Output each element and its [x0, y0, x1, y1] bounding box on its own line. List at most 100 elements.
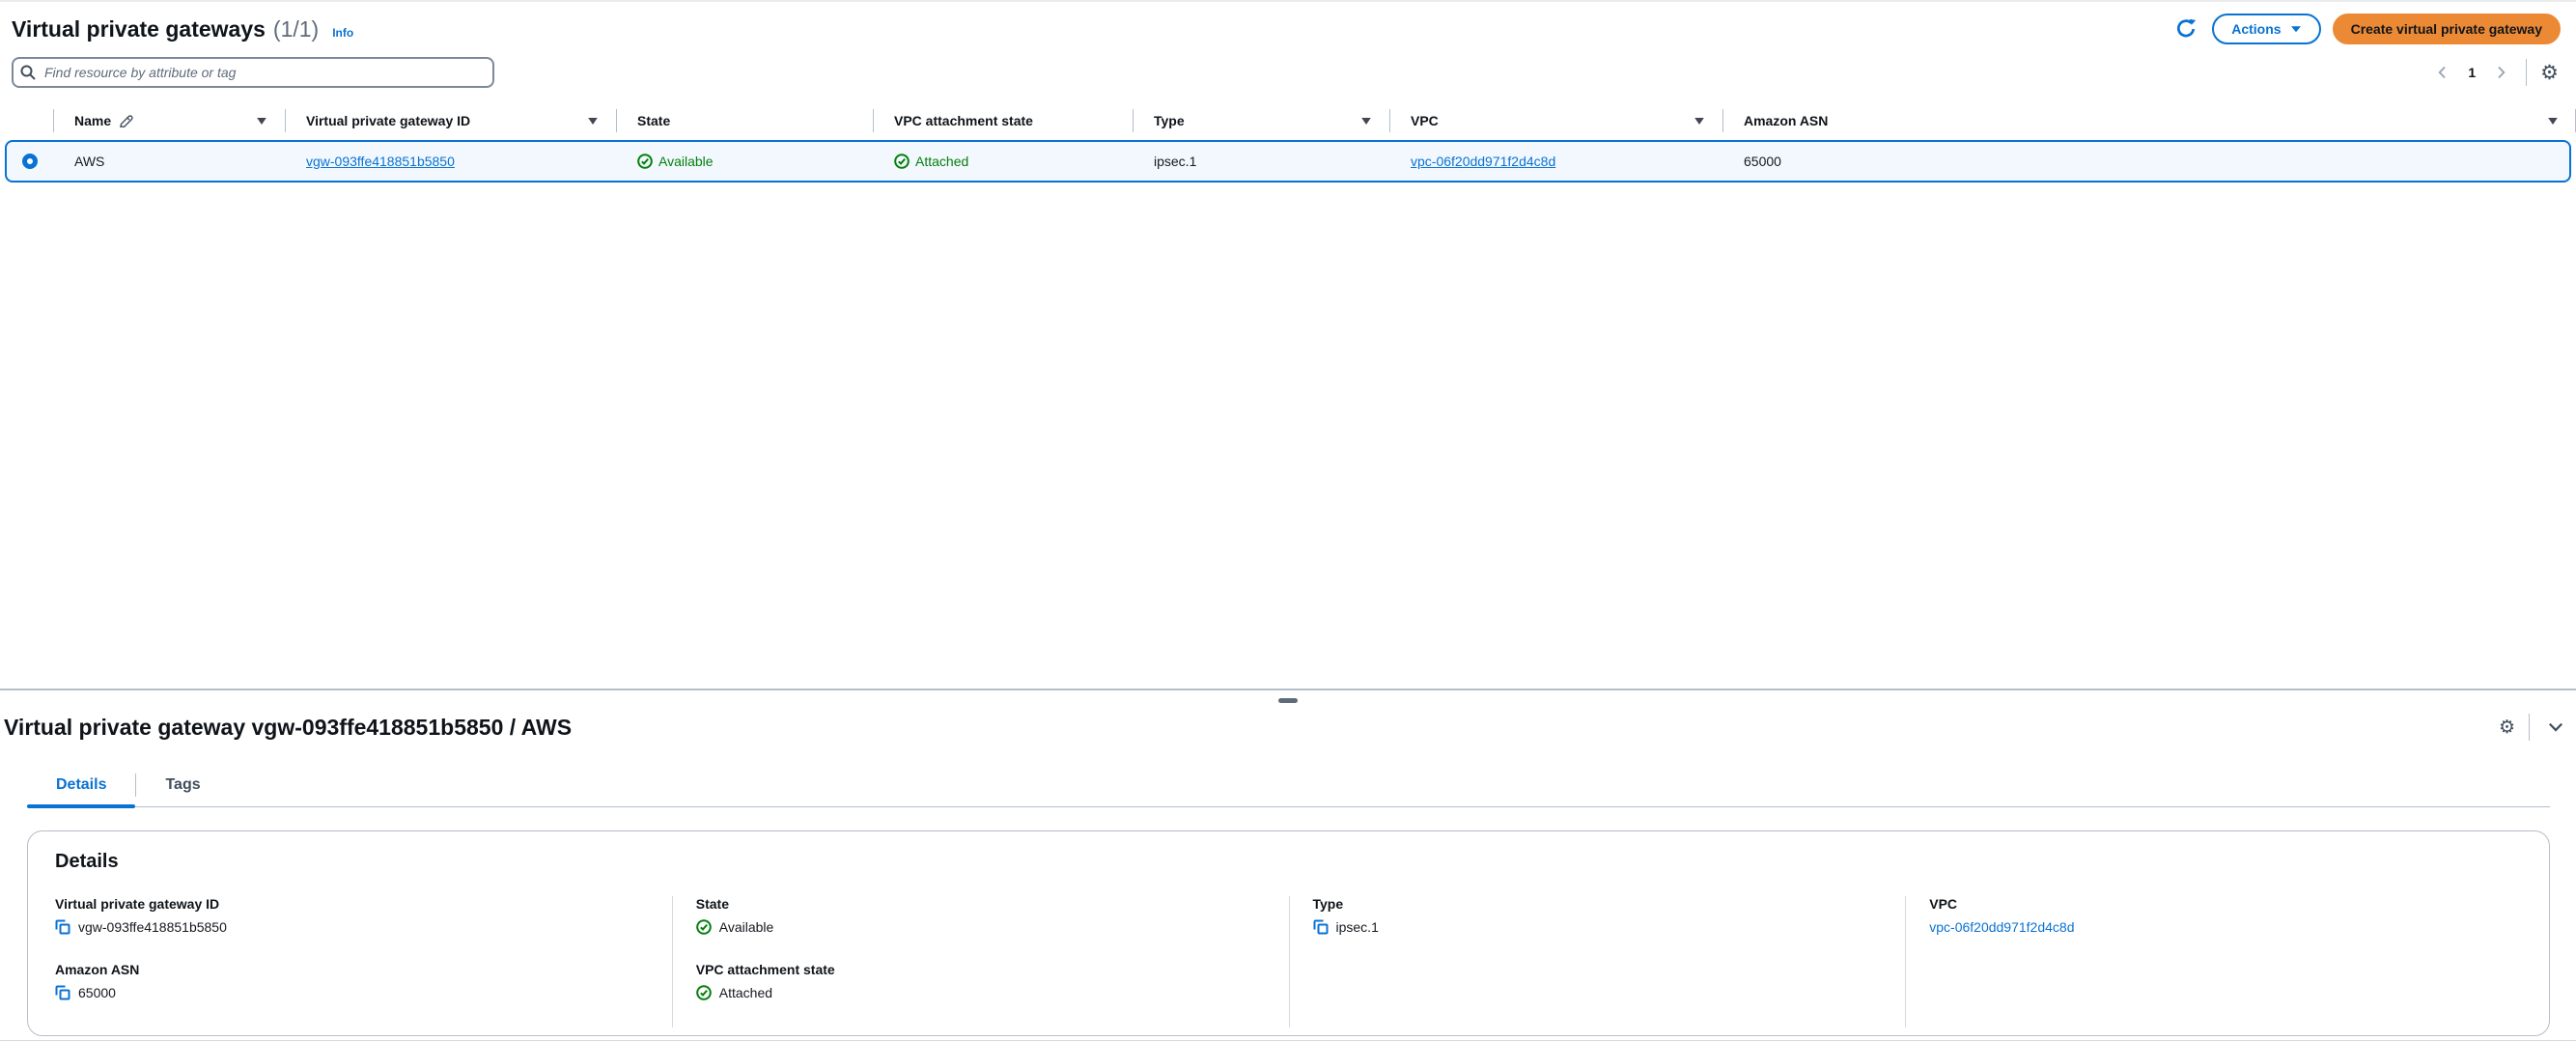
field-label: VPC — [1929, 896, 2499, 912]
table-preferences-button[interactable]: ⚙ — [2540, 63, 2559, 83]
create-button-label: Create virtual private gateway — [2351, 21, 2542, 37]
vgw-id-link[interactable]: vgw-093ffe418851b5850 — [306, 154, 455, 169]
field-state: State Available — [696, 896, 1266, 935]
details-column-1: Virtual private gateway ID vgw-093ffe418… — [55, 896, 672, 1027]
column-label: State — [637, 113, 670, 128]
current-page-number: 1 — [2468, 65, 2476, 80]
filter-icon[interactable] — [1694, 117, 1705, 126]
search-input[interactable] — [12, 57, 494, 88]
cell-state: Available — [616, 154, 873, 169]
refresh-icon — [2175, 18, 2197, 40]
success-check-icon — [637, 154, 653, 169]
empty-table-area — [0, 183, 2576, 689]
details-column-2: State Available VPC attachment state — [672, 896, 1289, 1027]
attachment-text: Attached — [915, 154, 968, 169]
field-value: 65000 — [78, 985, 116, 1000]
column-header-state: State — [616, 102, 873, 139]
edit-pencil-icon — [119, 114, 133, 128]
cell-type: ipsec.1 — [1133, 154, 1389, 169]
table-header: Name Virtual private gateway ID — [0, 102, 2576, 139]
field-value: vgw-093ffe418851b5850 — [78, 919, 227, 935]
page-title: Virtual private gateways (1/1) Info — [12, 16, 353, 42]
row-radio-selected[interactable] — [22, 154, 38, 169]
state-text: Available — [658, 154, 714, 169]
field-amazon-asn: Amazon ASN 65000 — [55, 962, 649, 1000]
field-value: Available — [719, 919, 774, 935]
cell-vgw-id: vgw-093ffe418851b5850 — [285, 154, 616, 169]
actions-button[interactable]: Actions — [2212, 14, 2320, 44]
column-header-vpc: VPC — [1389, 102, 1722, 139]
next-page-button[interactable] — [2489, 61, 2512, 84]
previous-page-button[interactable] — [2431, 61, 2454, 84]
copy-icon — [55, 985, 70, 1000]
tab-details[interactable]: Details — [27, 775, 135, 806]
gear-icon: ⚙ — [2540, 61, 2559, 84]
search-box — [12, 57, 494, 88]
details-heading: Details — [55, 851, 2522, 873]
row-select-cell — [7, 154, 53, 169]
column-label: Virtual private gateway ID — [306, 113, 470, 128]
field-label: Amazon ASN — [55, 962, 649, 977]
page-header: Virtual private gateways (1/1) Info Acti… — [0, 2, 2576, 88]
column-label: Amazon ASN — [1744, 113, 1828, 128]
copy-button[interactable] — [55, 985, 70, 1000]
gear-icon: ⚙ — [2499, 717, 2515, 738]
cell-vpc-attachment-state: Attached — [873, 154, 1133, 169]
filter-icon[interactable] — [256, 117, 267, 126]
create-virtual-private-gateway-button[interactable]: Create virtual private gateway — [2333, 14, 2561, 44]
column-header-type: Type — [1133, 102, 1389, 139]
vpc-details-link[interactable]: vpc-06f20dd971f2d4c8d — [1929, 919, 2074, 935]
column-label: VPC attachment state — [894, 113, 1033, 128]
field-vpc: VPC vpc-06f20dd971f2d4c8d — [1929, 896, 2499, 935]
field-label: VPC attachment state — [696, 962, 1266, 977]
actions-button-label: Actions — [2231, 21, 2281, 37]
table-row-grid: AWS vgw-093ffe418851b5850 Available — [7, 142, 2569, 181]
tab-tags[interactable]: Tags — [136, 775, 229, 806]
column-header-name: Name — [53, 102, 285, 139]
column-header-vpc-attachment-state: VPC attachment state — [873, 102, 1133, 139]
copy-button[interactable] — [1313, 919, 1329, 935]
field-label: State — [696, 896, 1266, 912]
filter-icon[interactable] — [2547, 117, 2559, 126]
filter-icon[interactable] — [1360, 117, 1372, 126]
selection-column-header — [0, 102, 53, 139]
cell-name: AWS — [53, 154, 285, 169]
success-check-icon — [696, 919, 712, 935]
refresh-button[interactable] — [2171, 14, 2200, 43]
cell-amazon-asn: 65000 — [1722, 154, 2569, 169]
field-type: Type ipsec.1 — [1313, 896, 1883, 935]
title-row: Virtual private gateways (1/1) Info Acti… — [12, 10, 2564, 48]
tab-label: Details — [56, 776, 106, 793]
panel-actions-divider — [2529, 714, 2530, 741]
field-vpc-attachment-state: VPC attachment state Attached — [696, 962, 1266, 1000]
vpc-link[interactable]: vpc-06f20dd971f2d4c8d — [1411, 154, 1555, 169]
column-label: Name — [74, 113, 111, 128]
copy-icon — [1313, 919, 1329, 935]
filter-icon[interactable] — [587, 117, 599, 126]
panel-preferences-button[interactable]: ⚙ — [2499, 718, 2515, 737]
tab-label: Tags — [165, 776, 200, 793]
split-panel-drag-handle[interactable] — [1278, 698, 1298, 703]
success-check-icon — [894, 154, 910, 169]
split-panel: Virtual private gateway vgw-093ffe418851… — [0, 689, 2576, 1040]
copy-icon — [55, 919, 70, 935]
info-link[interactable]: Info — [332, 26, 353, 40]
details-column-4: VPC vpc-06f20dd971f2d4c8d — [1905, 896, 2522, 1027]
panel-collapse-button[interactable] — [2543, 715, 2568, 740]
column-label: VPC — [1411, 113, 1439, 128]
field-value: Attached — [719, 985, 772, 1000]
details-card: Details Virtual private gateway ID vgw-0… — [27, 830, 2550, 1036]
pagination: 1 ⚙ — [2431, 59, 2564, 86]
header-actions: Actions Create virtual private gateway — [2171, 14, 2564, 44]
copy-button[interactable] — [55, 919, 70, 935]
pagination-divider — [2526, 59, 2527, 86]
split-panel-title: Virtual private gateway vgw-093ffe418851… — [4, 715, 572, 741]
chevron-right-icon — [2493, 65, 2508, 80]
split-panel-header: Virtual private gateway vgw-093ffe418851… — [4, 714, 2568, 741]
chevron-down-icon — [2547, 718, 2564, 736]
field-label: Virtual private gateway ID — [55, 896, 649, 912]
field-label: Type — [1313, 896, 1883, 912]
state-status: Available — [637, 154, 714, 169]
details-grid: Virtual private gateway ID vgw-093ffe418… — [55, 896, 2522, 1027]
table-row[interactable]: AWS vgw-093ffe418851b5850 Available — [5, 140, 2571, 183]
